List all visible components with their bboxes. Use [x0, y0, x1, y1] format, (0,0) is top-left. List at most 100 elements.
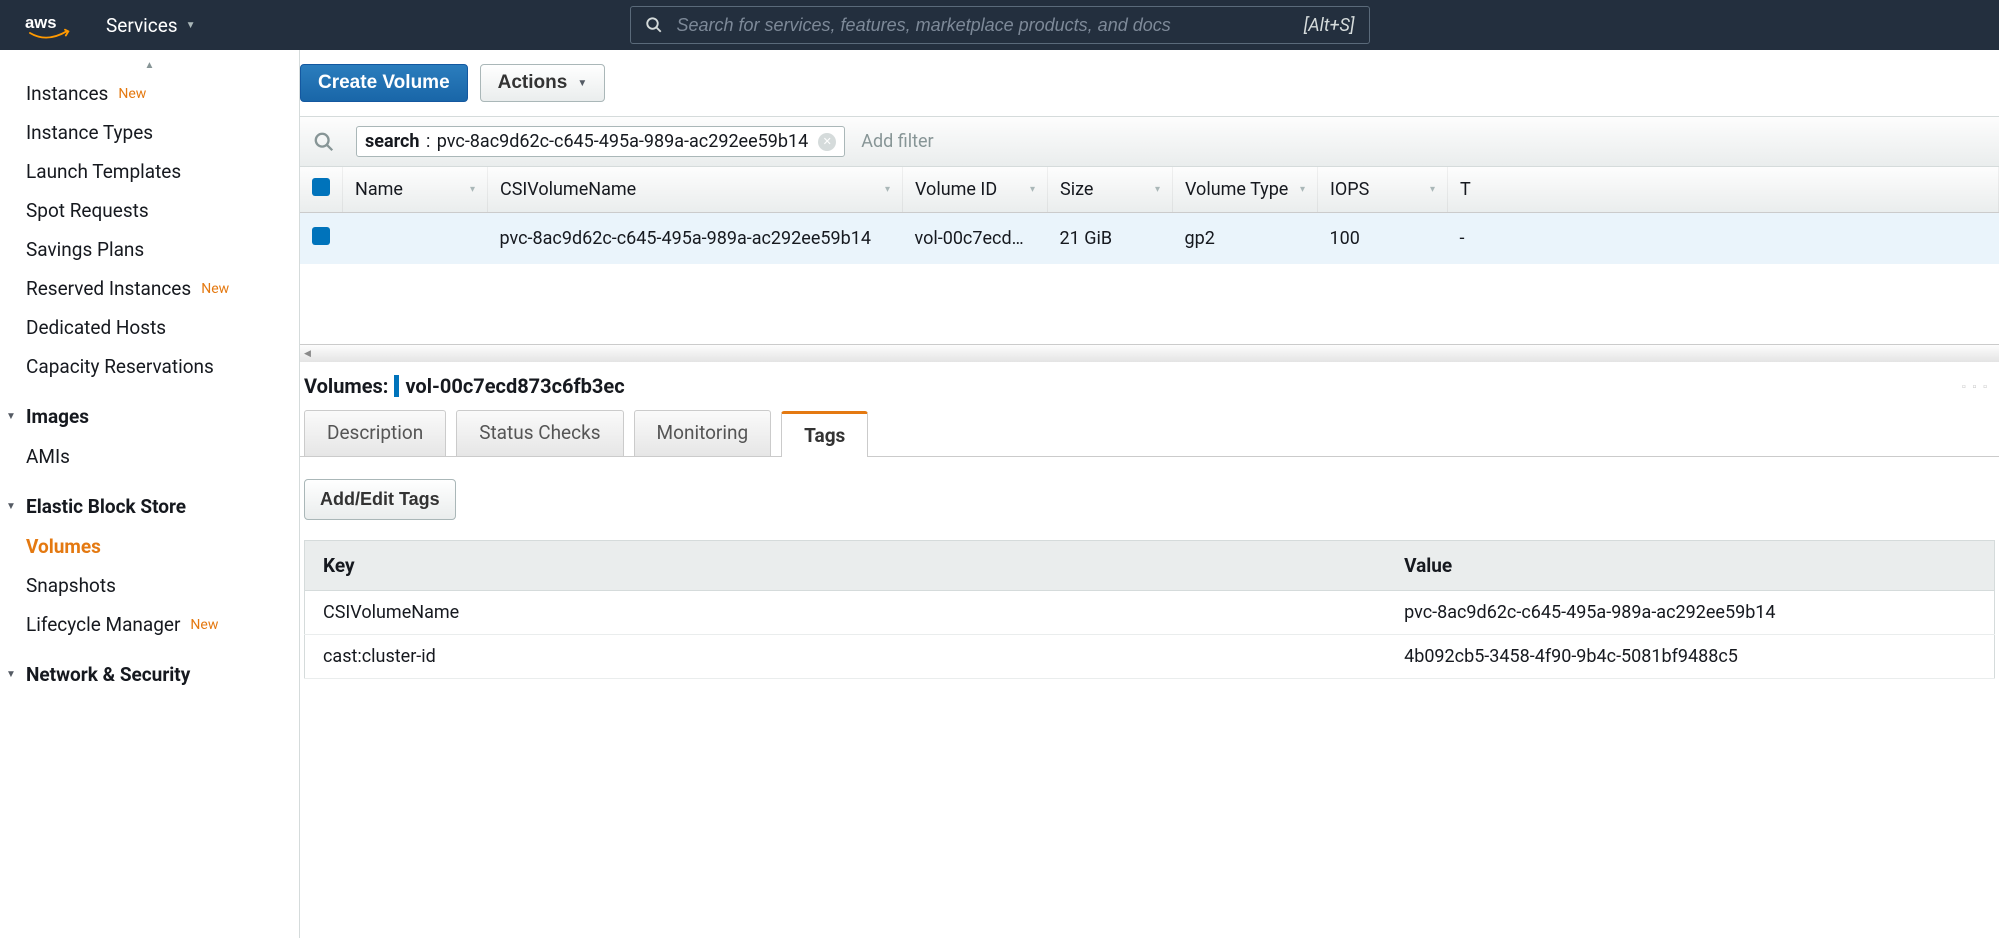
filter-chip[interactable]: search : pvc-8ac9d62c-c645-495a-989a-ac2… [356, 126, 845, 157]
tag-value: pvc-8ac9d62c-c645-495a-989a-ac292ee59b14 [1386, 591, 1994, 635]
new-badge: New [201, 281, 229, 297]
tag-row: CSIVolumeName pvc-8ac9d62c-c645-495a-989… [305, 591, 1995, 635]
aws-logo[interactable]: aws [18, 7, 76, 43]
sidebar-item-label: Snapshots [26, 574, 116, 597]
global-search-box[interactable]: [Alt+S] [630, 6, 1370, 44]
column-header-size[interactable]: Size▾ [1048, 167, 1173, 213]
tag-value: 4b092cb5-3458-4f90-9b4c-5081bf9488c5 [1386, 635, 1994, 679]
services-menu-button[interactable]: Services ▼ [100, 10, 202, 41]
sidebar-item-label: Volumes [26, 535, 101, 558]
actions-dropdown-button[interactable]: Actions ▼ [480, 64, 606, 102]
sort-icon: ▾ [470, 184, 475, 195]
cell-volume-type: gp2 [1173, 213, 1318, 265]
resize-grip-icon[interactable]: ▫ ▫ ▫ [1962, 380, 1989, 393]
sidebar-item-label: Instance Types [26, 121, 153, 144]
add-edit-tags-button[interactable]: Add/Edit Tags [304, 479, 456, 520]
svg-text:aws: aws [25, 13, 56, 32]
checkbox-checked-icon[interactable] [312, 227, 330, 245]
filter-chip-remove-icon[interactable]: ✕ [818, 133, 836, 151]
detail-title-prefix: Volumes: [304, 374, 388, 398]
sort-icon: ▾ [1155, 184, 1160, 195]
sidebar-item-lifecycle-manager[interactable]: Lifecycle Manager New [0, 605, 299, 644]
sidebar-header-label: Images [26, 405, 89, 428]
cell-csi: pvc-8ac9d62c-c645-495a-989a-ac292ee59b14 [488, 213, 903, 265]
sidebar-item-instances[interactable]: Instances New [0, 74, 299, 113]
filter-chip-key: search [365, 131, 419, 152]
sidebar-header-network-security[interactable]: ▼ Network & Security [0, 654, 299, 695]
cell-size: 21 GiB [1048, 213, 1173, 265]
sidebar-item-label: Savings Plans [26, 238, 144, 261]
chevron-down-icon: ▼ [4, 501, 18, 512]
cell-name [343, 213, 488, 265]
detail-volume-id: vol-00c7ecd873c6fb3ec [405, 374, 624, 398]
sidebar-navigation: ▲ Instances New Instance Types Launch Te… [0, 50, 300, 938]
global-search-wrap: [Alt+S] [630, 6, 1370, 44]
sort-icon: ▾ [1030, 184, 1035, 195]
sort-icon: ▾ [885, 184, 890, 195]
cell-volume-id: vol-00c7ecd… [903, 213, 1048, 265]
sidebar-item-label: AMIs [26, 445, 70, 468]
accent-bar-icon [394, 375, 399, 397]
add-filter-input[interactable]: Add filter [861, 131, 933, 152]
detail-tabs: Description Status Checks Monitoring Tag… [300, 410, 1999, 457]
sidebar-item-capacity-reservations[interactable]: Capacity Reservations [0, 347, 299, 386]
table-row[interactable]: pvc-8ac9d62c-c645-495a-989a-ac292ee59b14… [300, 213, 1999, 265]
new-badge: New [190, 617, 218, 633]
sort-icon: ▾ [1430, 184, 1435, 195]
sidebar-header-images[interactable]: ▼ Images [0, 396, 299, 437]
sort-icon: ▾ [1300, 184, 1305, 195]
sidebar-item-label: Instances [26, 82, 108, 105]
column-header-volume-type[interactable]: Volume Type▾ [1173, 167, 1318, 213]
chevron-down-icon: ▼ [186, 20, 196, 31]
tab-monitoring[interactable]: Monitoring [634, 410, 772, 456]
tags-tab-body: Add/Edit Tags Key Value CSIVolumeName pv… [300, 457, 1999, 679]
sidebar-header-label: Elastic Block Store [26, 495, 186, 518]
services-label: Services [106, 14, 178, 37]
sidebar-item-spot-requests[interactable]: Spot Requests [0, 191, 299, 230]
sidebar-header-label: Network & Security [26, 663, 190, 686]
new-badge: New [118, 86, 146, 102]
create-volume-button[interactable]: Create Volume [300, 64, 468, 102]
sidebar-item-label: Lifecycle Manager [26, 613, 180, 636]
sidebar-item-label: Dedicated Hosts [26, 316, 166, 339]
tag-row: cast:cluster-id 4b092cb5-3458-4f90-9b4c-… [305, 635, 1995, 679]
detail-pane-header: Volumes: vol-00c7ecd873c6fb3ec ▫ ▫ ▫ [300, 362, 1999, 410]
scroll-up-icon[interactable]: ▲ [0, 60, 299, 74]
sidebar-item-launch-templates[interactable]: Launch Templates [0, 152, 299, 191]
volumes-table-wrap: Name▾ CSIVolumeName▾ Volume ID▾ Size▾ Vo… [300, 167, 1999, 264]
search-icon [645, 16, 667, 34]
tab-status-checks[interactable]: Status Checks [456, 410, 623, 456]
select-all-header[interactable] [300, 167, 343, 213]
column-header-csivolumename[interactable]: CSIVolumeName▾ [488, 167, 903, 213]
tags-table: Key Value CSIVolumeName pvc-8ac9d62c-c64… [304, 540, 1995, 679]
column-header-t[interactable]: T [1448, 167, 1999, 213]
search-shortcut-hint: [Alt+S] [1304, 15, 1355, 36]
column-header-iops[interactable]: IOPS▾ [1318, 167, 1448, 213]
filter-bar: search : pvc-8ac9d62c-c645-495a-989a-ac2… [300, 116, 1999, 167]
tag-key: cast:cluster-id [305, 635, 1387, 679]
sidebar-item-amis[interactable]: AMIs [0, 437, 299, 476]
sidebar-item-savings-plans[interactable]: Savings Plans [0, 230, 299, 269]
sidebar-header-ebs[interactable]: ▼ Elastic Block Store [0, 486, 299, 527]
tab-tags[interactable]: Tags [781, 411, 868, 457]
column-header-volume-id[interactable]: Volume ID▾ [903, 167, 1048, 213]
tags-header-value[interactable]: Value [1386, 541, 1994, 591]
sidebar-item-instance-types[interactable]: Instance Types [0, 113, 299, 152]
filter-chip-value: pvc-8ac9d62c-c645-495a-989a-ac292ee59b14 [437, 131, 808, 152]
tab-description[interactable]: Description [304, 410, 446, 456]
sidebar-item-label: Launch Templates [26, 160, 181, 183]
checkbox-checked-icon [312, 178, 330, 196]
horizontal-scrollbar[interactable]: ◀ [300, 344, 1999, 362]
sidebar-item-label: Capacity Reservations [26, 355, 214, 378]
tag-key: CSIVolumeName [305, 591, 1387, 635]
tags-header-key[interactable]: Key [305, 541, 1387, 591]
sidebar-item-dedicated-hosts[interactable]: Dedicated Hosts [0, 308, 299, 347]
global-search-input[interactable] [667, 15, 1304, 36]
sidebar-item-snapshots[interactable]: Snapshots [0, 566, 299, 605]
button-label: Actions [498, 72, 568, 94]
sidebar-item-reserved-instances[interactable]: Reserved Instances New [0, 269, 299, 308]
main-content: Create Volume Actions ▼ search : p [300, 50, 1999, 938]
column-header-name[interactable]: Name▾ [343, 167, 488, 213]
sidebar-item-volumes[interactable]: Volumes [0, 527, 299, 566]
top-navigation-bar: aws Services ▼ [Alt+S] [0, 0, 1999, 50]
